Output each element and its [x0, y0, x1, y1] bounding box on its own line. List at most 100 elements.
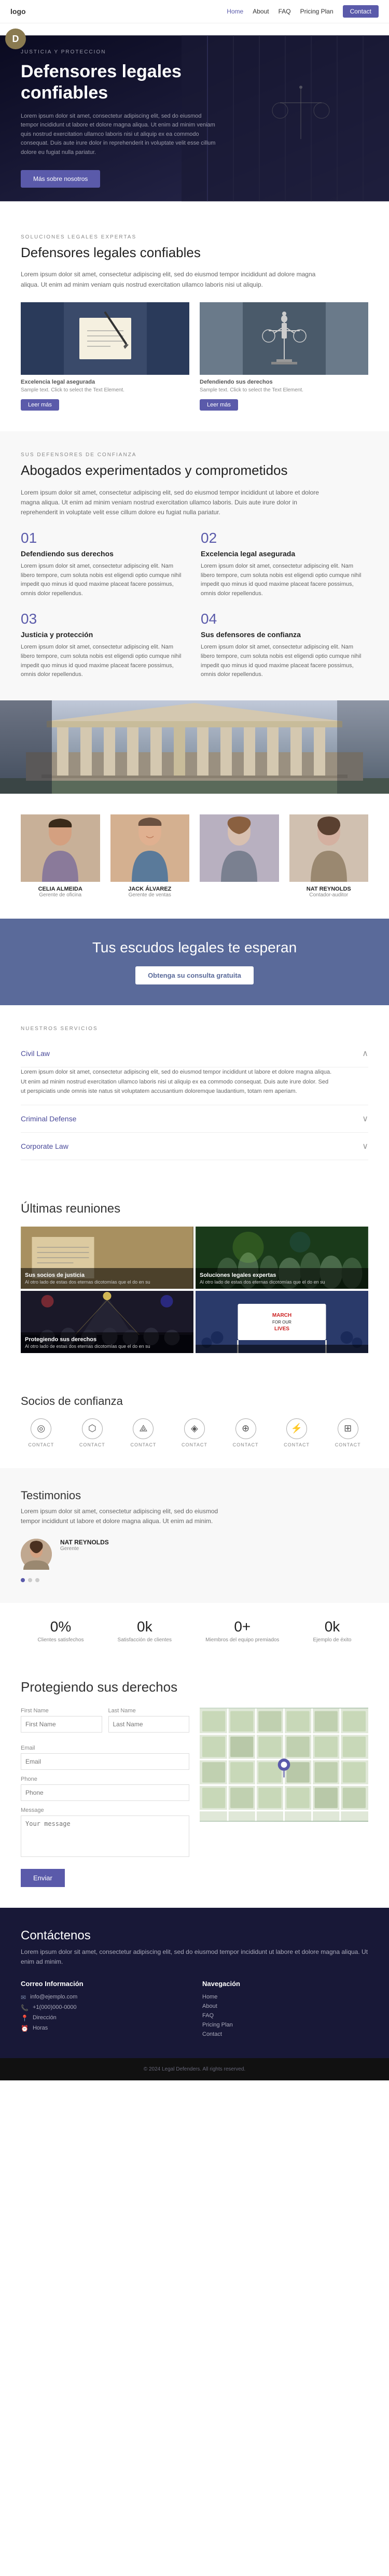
team-card-3: NAT REYNOLDS Contador-auditor	[289, 814, 369, 898]
defensores-title: Abogados experimentados y comprometidos	[21, 462, 368, 480]
footer-nav-about[interactable]: About	[202, 2003, 368, 2009]
testimonial-role-0: Gerente	[60, 1546, 109, 1552]
stat-3: 0k Ejemplo de éxito	[313, 1618, 352, 1643]
service-criminal-defense[interactable]: Criminal Defense ∨	[21, 1105, 368, 1133]
partner-icon-0: ◎	[31, 1418, 51, 1439]
dot-1[interactable]	[28, 1578, 32, 1582]
svg-text:FOR OUR: FOR OUR	[272, 1320, 291, 1325]
nav-pricing[interactable]: Pricing Plan	[300, 8, 334, 15]
soluciones-text: Lorem ipsum dolor sit amet, consectetur …	[21, 270, 332, 289]
nav-links: Home About FAQ Pricing Plan Contact	[227, 5, 379, 18]
cta-section: Tus escudos legales te esperan Obtenga s…	[0, 919, 389, 1005]
feature-2-text: Lorem ipsum dolor sit amet, consectetur …	[21, 643, 188, 679]
testimonial-card-0: NAT REYNOLDS Gerente	[21, 1539, 368, 1570]
phone-label: Phone	[21, 1776, 189, 1782]
phone-input[interactable]	[21, 1784, 189, 1801]
service-civil-text: Lorem ipsum dolor sit amet, consectetur …	[21, 1067, 332, 1096]
card-derechos: Defendiendo sus derechos Sample text. Cl…	[200, 302, 368, 411]
dot-0[interactable]	[21, 1578, 25, 1582]
card-derechos-btn[interactable]: Leer más	[200, 399, 238, 411]
card-excelencia-image	[21, 302, 189, 375]
stat-label-2: Miembros del equipo premiados	[205, 1637, 279, 1643]
map-placeholder	[200, 1708, 368, 1822]
footer-nav-contact[interactable]: Contact	[202, 2031, 368, 2037]
news-image-0: Sus socios de justicia Al otro lado de e…	[21, 1227, 193, 1289]
news-title-0: Sus socios de justicia	[25, 1272, 189, 1278]
card-derechos-image	[200, 302, 368, 375]
footer-hours-icon: ⏰	[21, 2025, 29, 2032]
feature-3-num: 04	[201, 611, 368, 627]
contact-form: First Name Last Name Email Phone	[21, 1708, 189, 1887]
service-corporate-law[interactable]: Corporate Law ∨	[21, 1133, 368, 1160]
team-section: CELIA ALMEIDA Gerente de oficina JACK ÁL…	[0, 794, 389, 919]
stats-section: 0% Clientes satisfechos 0k Satisfacción …	[0, 1603, 389, 1658]
message-textarea[interactable]	[21, 1815, 189, 1857]
form-name-row: First Name Last Name	[21, 1708, 189, 1739]
defensores-features: 01 Defendiendo sus derechos Lorem ipsum …	[21, 530, 368, 680]
footer-nav-home[interactable]: Home	[202, 1994, 368, 2000]
hero-section: D JUSTICIA Y PROTECCION Defensores legal…	[0, 23, 389, 214]
footer-nav-pricing[interactable]: Pricing Plan	[202, 2022, 368, 2028]
stat-0: 0% Clientes satisfechos	[38, 1618, 84, 1643]
footer-address-icon: 📍	[21, 2015, 29, 2022]
partner-6: ⊞ CONTACT	[335, 1418, 361, 1447]
testimonial-info-0: NAT REYNOLDS Gerente	[60, 1539, 109, 1552]
first-name-label: First Name	[21, 1708, 102, 1714]
team-photo-3	[289, 814, 369, 882]
cta-title: Tus escudos legales te esperan	[21, 939, 368, 956]
dot-2[interactable]	[35, 1578, 39, 1582]
team-role-1: Gerente de ventas	[110, 892, 190, 898]
defensores-text: Lorem ipsum dolor sit amet, consectetur …	[21, 488, 332, 518]
hero-title: Defensores legales confiables	[21, 61, 218, 104]
partner-1: ⬡ CONTACT	[79, 1418, 105, 1447]
news-sub-2: Al otro lado de estas dos eternas dicoto…	[25, 1344, 189, 1349]
hero-cta-button[interactable]: Más sobre nosotros	[21, 170, 100, 188]
last-name-input[interactable]	[108, 1716, 190, 1733]
partner-label-1: CONTACT	[79, 1442, 105, 1447]
last-name-label: Last Name	[108, 1708, 190, 1714]
soluciones-tag: SOLUCIONES LEGALES EXPERTAS	[21, 234, 368, 240]
news-card-3[interactable]: MARCH FOR OUR LIVES	[196, 1291, 368, 1353]
news-card-1[interactable]: Soluciones legales expertas Al otro lado…	[196, 1227, 368, 1289]
footer-nav-faq[interactable]: FAQ	[202, 2012, 368, 2019]
nav-logo[interactable]: logo	[10, 7, 26, 16]
services-tag: NUESTROS SERVICIOS	[21, 1026, 368, 1032]
footer-contact-title: Correo Información	[21, 1980, 187, 1988]
stat-2: 0+ Miembros del equipo premiados	[205, 1618, 279, 1643]
team-name-3: NAT REYNOLDS	[289, 886, 369, 892]
news-title-2: Protegiendo sus derechos	[25, 1336, 189, 1343]
team-card-1: JACK ÁLVAREZ Gerente de ventas	[110, 814, 190, 898]
first-name-input[interactable]	[21, 1716, 102, 1733]
form-submit-button[interactable]: Enviar	[21, 1869, 65, 1887]
nav-home[interactable]: Home	[227, 8, 243, 15]
feature-2-title: Justicia y protección	[21, 630, 188, 639]
service-civil-header[interactable]: Civil Law ∧	[21, 1040, 368, 1067]
footer-phone-icon: 📞	[21, 2004, 29, 2011]
news-image-3: MARCH FOR OUR LIVES	[196, 1291, 368, 1353]
partner-label-2: CONTACT	[130, 1442, 156, 1447]
testimonial-dots	[21, 1578, 368, 1582]
footer-address-text: Dirección	[33, 2015, 57, 2021]
partner-3: ◈ CONTACT	[182, 1418, 207, 1447]
footer-contact-item-2: 📍 Dirección	[21, 2015, 187, 2022]
testimonial-photo-0	[21, 1539, 52, 1570]
partners-section: Socios de confianza ◎ CONTACT ⬡ CONTACT …	[0, 1374, 389, 1468]
cta-button[interactable]: Obtenga su consulta gratuita	[135, 966, 254, 984]
email-input[interactable]	[21, 1753, 189, 1770]
card-excelencia-btn[interactable]: Leer más	[21, 399, 59, 411]
news-title-1: Soluciones legales expertas	[200, 1272, 364, 1278]
partner-0: ◎ CONTACT	[28, 1418, 54, 1447]
partner-label-0: CONTACT	[28, 1442, 54, 1447]
service-corporate-chevron: ∨	[362, 1141, 368, 1151]
feature-0-title: Defendiendo sus derechos	[21, 550, 188, 558]
nav-contact-button[interactable]: Contact	[343, 5, 379, 18]
news-card-2[interactable]: Protegiendo sus derechos Al otro lado de…	[21, 1291, 193, 1353]
news-card-0[interactable]: Sus socios de justicia Al otro lado de e…	[21, 1227, 193, 1289]
nav-about[interactable]: About	[253, 8, 269, 15]
stat-label-0: Clientes satisfechos	[38, 1637, 84, 1643]
stat-label-1: Satisfacción de clientes	[118, 1637, 172, 1643]
hero-text: Lorem ipsum dolor sit amet, consectetur …	[21, 112, 218, 158]
nav-faq[interactable]: FAQ	[279, 8, 291, 15]
footer-nav-links: Home About FAQ Pricing Plan Contact	[202, 1994, 368, 2037]
feature-3: 04 Sus defensores de confianza Lorem ips…	[201, 611, 368, 679]
